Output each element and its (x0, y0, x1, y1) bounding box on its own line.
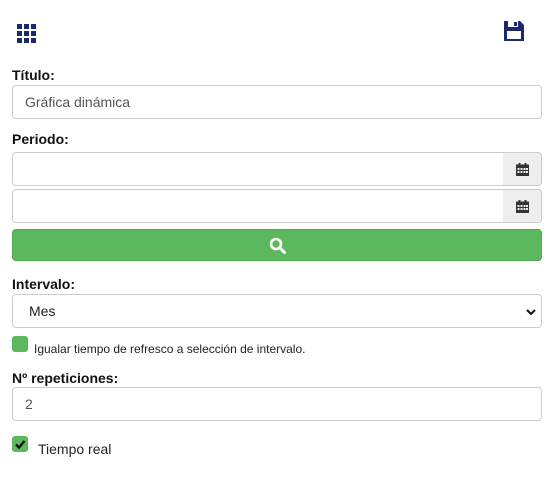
sync-refresh-label: Igualar tiempo de refresco a selección d… (34, 342, 306, 356)
title-label: Título: (12, 67, 55, 83)
sync-refresh-checkbox[interactable] (12, 336, 28, 352)
interval-label: Intervalo: (12, 276, 76, 292)
realtime-checkbox[interactable] (12, 436, 28, 452)
period-start-calendar-button[interactable] (503, 152, 542, 186)
repetitions-label: Nº repeticiones: (12, 370, 119, 386)
title-input[interactable] (12, 85, 542, 119)
period-start-input[interactable] (12, 152, 504, 186)
period-label: Periodo: (12, 131, 69, 147)
calendar-icon (515, 162, 529, 176)
search-icon (269, 237, 286, 254)
repetitions-input[interactable] (12, 387, 542, 421)
search-button[interactable] (12, 229, 542, 261)
grid-icon[interactable] (17, 24, 37, 44)
period-end-calendar-button[interactable] (503, 189, 542, 223)
floppy-disk-icon[interactable] (503, 20, 525, 42)
chevron-down-icon (526, 309, 536, 316)
interval-selected-value: Mes (29, 303, 56, 319)
realtime-label: Tiempo real (38, 441, 112, 457)
checkmark-icon (15, 440, 26, 450)
period-end-input[interactable] (12, 189, 504, 223)
interval-select[interactable]: Mes (12, 294, 542, 328)
chart-config-panel: Título: Periodo: (0, 0, 555, 483)
period-start-group (12, 152, 542, 186)
period-end-group (12, 189, 542, 223)
calendar-icon (515, 199, 529, 213)
